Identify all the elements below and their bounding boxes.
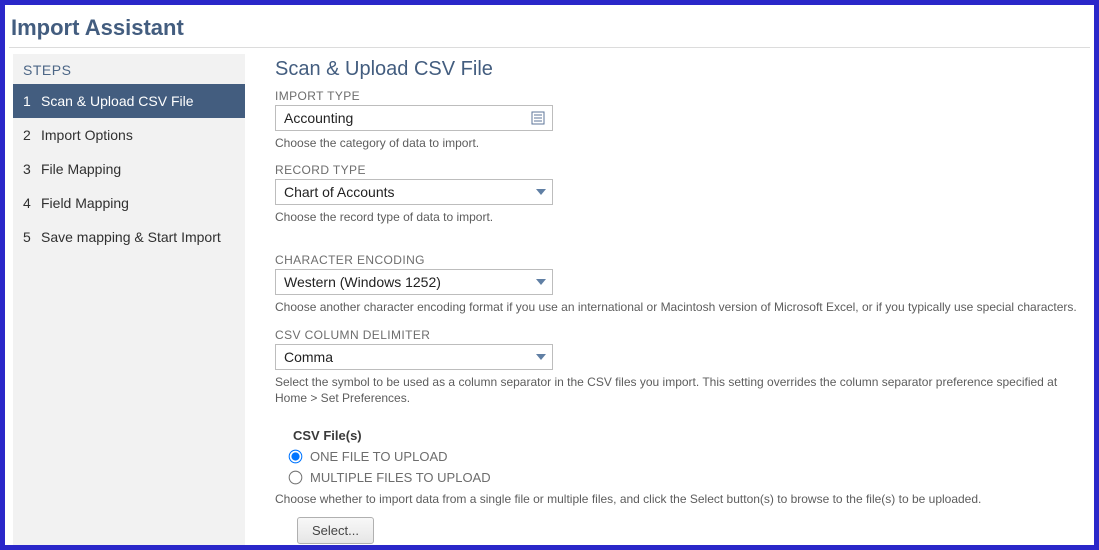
- csv-files-label: CSV File(s): [293, 428, 1086, 443]
- record-type-hint: Choose the record type of data to import…: [275, 209, 1086, 225]
- sidebar-item-save-start[interactable]: 5 Save mapping & Start Import: [13, 220, 245, 254]
- char-encoding-label: CHARACTER ENCODING: [275, 253, 1086, 267]
- import-type-select[interactable]: Accounting: [275, 105, 553, 131]
- sidebar-item-field-mapping[interactable]: 4 Field Mapping: [13, 186, 245, 220]
- char-encoding-hint: Choose another character encoding format…: [275, 299, 1086, 315]
- radio-one-file-label: ONE FILE TO UPLOAD: [310, 449, 448, 464]
- radio-one-file-input[interactable]: [289, 450, 303, 464]
- page-title: Import Assistant: [5, 5, 1094, 47]
- chevron-down-icon: [536, 189, 546, 195]
- csv-files-hint: Choose whether to import data from a sin…: [275, 491, 1086, 507]
- step-number: 4: [23, 195, 35, 211]
- sidebar-header: STEPS: [13, 54, 245, 84]
- record-type-select[interactable]: Chart of Accounts: [275, 179, 553, 205]
- import-type-label: IMPORT TYPE: [275, 89, 1086, 103]
- sidebar-item-label: Import Options: [41, 127, 133, 143]
- sidebar-item-label: File Mapping: [41, 161, 121, 177]
- sidebar-item-file-mapping[interactable]: 3 File Mapping: [13, 152, 245, 186]
- sidebar-item-import-options[interactable]: 2 Import Options: [13, 118, 245, 152]
- step-number: 2: [23, 127, 35, 143]
- record-type-label: RECORD TYPE: [275, 163, 1086, 177]
- radio-multi-file-input[interactable]: [289, 471, 303, 485]
- steps-sidebar: STEPS 1 Scan & Upload CSV File 2 Import …: [13, 54, 245, 550]
- sidebar-item-label: Field Mapping: [41, 195, 129, 211]
- radio-multi-file-label: MULTIPLE FILES TO UPLOAD: [310, 470, 491, 485]
- sidebar-item-label: Scan & Upload CSV File: [41, 93, 194, 109]
- step-number: 1: [23, 93, 35, 109]
- sidebar-item-scan-upload[interactable]: 1 Scan & Upload CSV File: [13, 84, 245, 118]
- main-panel: Scan & Upload CSV File IMPORT TYPE Accou…: [245, 54, 1094, 550]
- section-title: Scan & Upload CSV File: [275, 58, 1086, 81]
- csv-delimiter-value: Comma: [284, 349, 333, 365]
- radio-one-file[interactable]: ONE FILE TO UPLOAD: [289, 449, 1086, 464]
- import-type-hint: Choose the category of data to import.: [275, 135, 1086, 151]
- radio-multi-file[interactable]: MULTIPLE FILES TO UPLOAD: [289, 470, 1086, 485]
- select-file-button[interactable]: Select...: [297, 517, 374, 544]
- import-type-value: Accounting: [284, 110, 353, 126]
- record-type-value: Chart of Accounts: [284, 184, 395, 200]
- csv-delimiter-label: CSV COLUMN DELIMITER: [275, 328, 1086, 342]
- chevron-down-icon: [536, 354, 546, 360]
- step-number: 3: [23, 161, 35, 177]
- sidebar-item-label: Save mapping & Start Import: [41, 229, 221, 245]
- chevron-down-icon: [536, 279, 546, 285]
- divider: [9, 47, 1090, 48]
- char-encoding-value: Western (Windows 1252): [284, 274, 441, 290]
- list-icon: [530, 110, 546, 126]
- step-number: 5: [23, 229, 35, 245]
- csv-delimiter-hint: Select the symbol to be used as a column…: [275, 374, 1086, 406]
- char-encoding-select[interactable]: Western (Windows 1252): [275, 269, 553, 295]
- csv-delimiter-select[interactable]: Comma: [275, 344, 553, 370]
